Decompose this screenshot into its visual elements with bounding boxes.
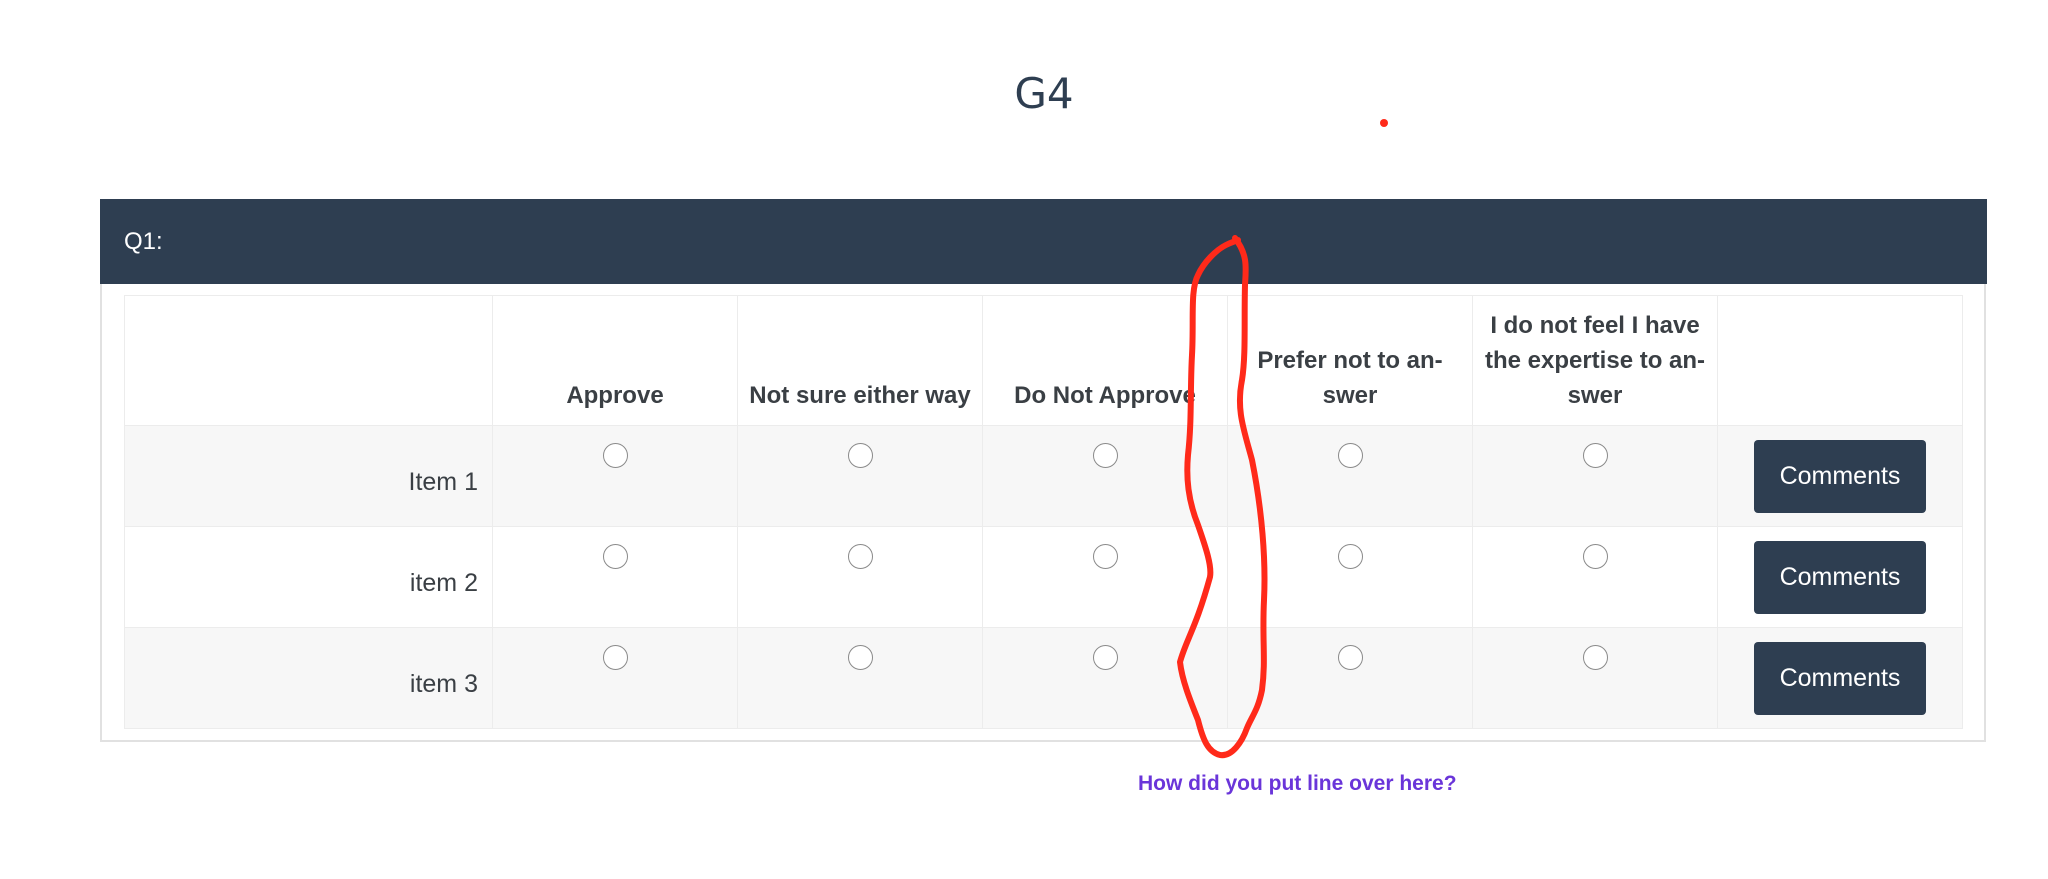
column-header-no-expertise: I do not feel I have the expertise to an… — [1472, 295, 1718, 426]
row-label: Item 1 — [124, 425, 493, 527]
column-header-not-sure: Not sure either way — [737, 295, 983, 426]
radio-do-not-approve[interactable] — [1092, 645, 1118, 670]
radio-cell — [1472, 627, 1718, 729]
radio-prefer-not[interactable] — [1337, 544, 1363, 569]
row-label: item 2 — [124, 526, 493, 628]
radio-cell — [737, 526, 983, 628]
radio-approve[interactable] — [602, 443, 628, 468]
comments-button[interactable]: Comments — [1754, 439, 1926, 513]
radio-no-expertise[interactable] — [1582, 645, 1608, 670]
radio-cell — [737, 627, 983, 729]
button-cell: Comments — [1717, 425, 1963, 527]
question-label: Q1: — [124, 228, 163, 255]
radio-no-expertise[interactable] — [1582, 544, 1608, 569]
comments-button[interactable]: Comments — [1754, 540, 1926, 614]
radio-no-expertise[interactable] — [1582, 443, 1608, 468]
table-row: Item 1 Comments — [124, 425, 1963, 527]
radio-cell — [1472, 425, 1718, 527]
question-header: Q1: — [100, 199, 1987, 284]
radio-not-sure[interactable] — [847, 443, 873, 468]
column-header-prefer-not: Prefer not to an-swer — [1227, 295, 1473, 426]
radio-prefer-not[interactable] — [1337, 443, 1363, 468]
radio-not-sure[interactable] — [847, 544, 873, 569]
radio-cell — [492, 627, 738, 729]
radio-cell — [982, 627, 1228, 729]
column-header-empty — [124, 295, 493, 426]
radio-approve[interactable] — [602, 544, 628, 569]
row-label: item 3 — [124, 627, 493, 729]
button-cell: Comments — [1717, 526, 1963, 628]
radio-cell — [1227, 425, 1473, 527]
column-header-approve: Approve — [492, 295, 738, 426]
table-row: item 2 Comments — [124, 526, 1963, 628]
comments-button[interactable]: Comments — [1754, 641, 1926, 715]
annotation-note: How did you put line over here? — [1138, 772, 1457, 795]
column-header-do-not-approve: Do Not Approve — [982, 295, 1228, 426]
radio-cell — [492, 425, 738, 527]
radio-cell — [1472, 526, 1718, 628]
radio-cell — [1227, 627, 1473, 729]
radio-cell — [982, 425, 1228, 527]
matrix-header-row: Approve Not sure either way Do Not Appro… — [124, 295, 1963, 426]
radio-not-sure[interactable] — [847, 645, 873, 670]
radio-do-not-approve[interactable] — [1092, 443, 1118, 468]
radio-prefer-not[interactable] — [1337, 645, 1363, 670]
radio-cell — [737, 425, 983, 527]
radio-do-not-approve[interactable] — [1092, 544, 1118, 569]
page-title: G4 — [1014, 69, 1074, 118]
matrix-table: Approve Not sure either way Do Not Appro… — [124, 295, 1963, 729]
button-cell: Comments — [1717, 627, 1963, 729]
radio-cell — [492, 526, 738, 628]
table-row: item 3 Comments — [124, 627, 1963, 729]
radio-cell — [1227, 526, 1473, 628]
radio-approve[interactable] — [602, 645, 628, 670]
radio-cell — [982, 526, 1228, 628]
column-header-actions — [1717, 295, 1963, 426]
